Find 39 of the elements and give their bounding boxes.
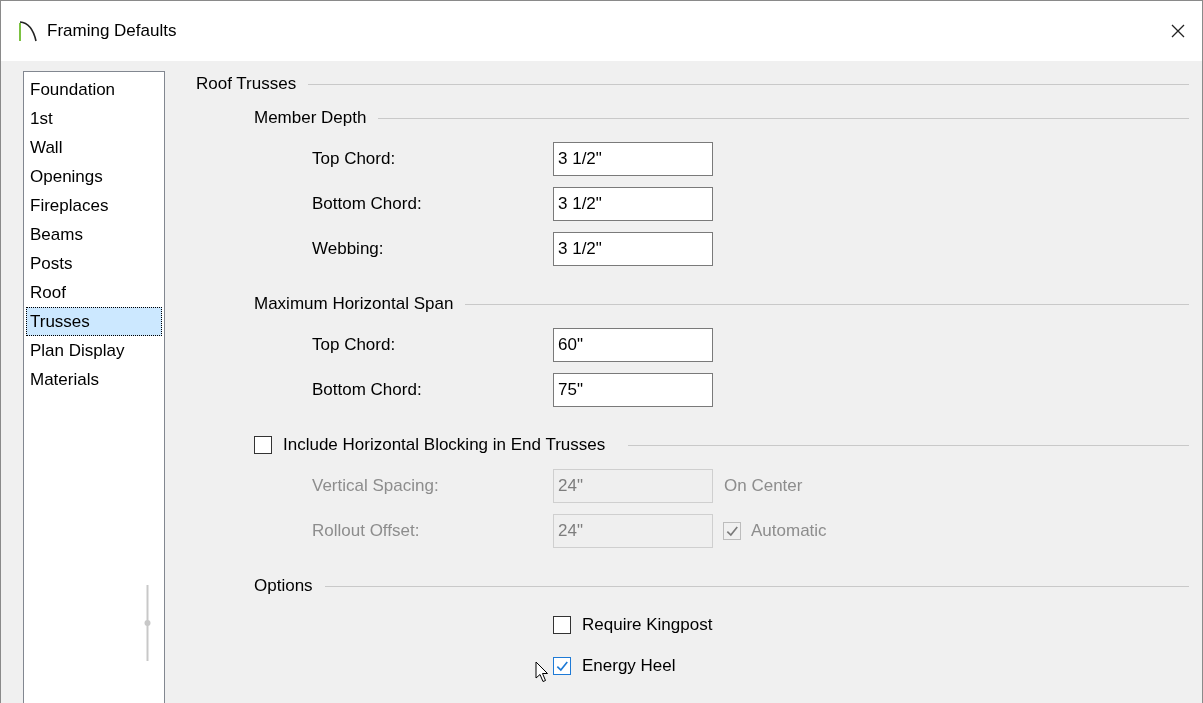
checkbox-label[interactable]: Include Horizontal Blocking in End Trusses <box>283 435 606 455</box>
input-field[interactable]: 3 1/2" <box>553 141 713 176</box>
input-field[interactable]: 60" <box>553 327 713 362</box>
group-title: Maximum Horizontal Span <box>254 294 454 314</box>
field-label: Webbing: <box>311 238 385 259</box>
close-icon <box>1170 23 1186 39</box>
sidebar-item[interactable]: Trusses <box>26 307 162 336</box>
splitter-handle[interactable] <box>143 585 152 661</box>
sidebar-item[interactable]: Posts <box>26 249 162 278</box>
input-field[interactable]: 75" <box>553 372 713 407</box>
cursor-icon <box>535 661 549 683</box>
input-field[interactable]: 3 1/2" <box>553 186 713 221</box>
unit-label: On Center <box>724 475 803 496</box>
sidebar-item[interactable]: Foundation <box>26 75 162 104</box>
section-title: Roof Trusses <box>196 74 297 94</box>
group-title: Member Depth <box>254 108 367 128</box>
checkbox[interactable] <box>254 436 272 454</box>
field-label: Top Chord: <box>311 334 397 355</box>
checkbox-label[interactable]: Energy Heel <box>582 655 676 676</box>
group-title: Options <box>254 576 313 596</box>
sidebar-item[interactable]: Wall <box>26 133 162 162</box>
checkbox[interactable] <box>553 656 571 675</box>
sidebar-item[interactable]: Beams <box>26 220 162 249</box>
arch-icon <box>19 20 37 42</box>
field-label: Vertical Spacing: <box>311 475 440 496</box>
checkbox[interactable] <box>553 615 571 634</box>
field-label: Top Chord: <box>311 148 397 169</box>
sidebar-item[interactable]: Plan Display <box>26 336 162 365</box>
field-label: Bottom Chord: <box>311 193 423 214</box>
sidebar-item[interactable]: Fireplaces <box>26 191 162 220</box>
sidebar-item[interactable]: Materials <box>26 365 162 394</box>
sidebar-item[interactable]: 1st <box>26 104 162 133</box>
input-field[interactable]: 3 1/2" <box>553 231 713 266</box>
sidebar-item[interactable]: Roof <box>26 278 162 307</box>
window-title: Framing Defaults <box>47 21 178 41</box>
field-label: Rollout Offset: <box>311 520 421 541</box>
checkbox-label[interactable]: Require Kingpost <box>582 614 713 635</box>
sidebar-item[interactable]: Openings <box>26 162 162 191</box>
field-label: Bottom Chord: <box>311 379 423 400</box>
